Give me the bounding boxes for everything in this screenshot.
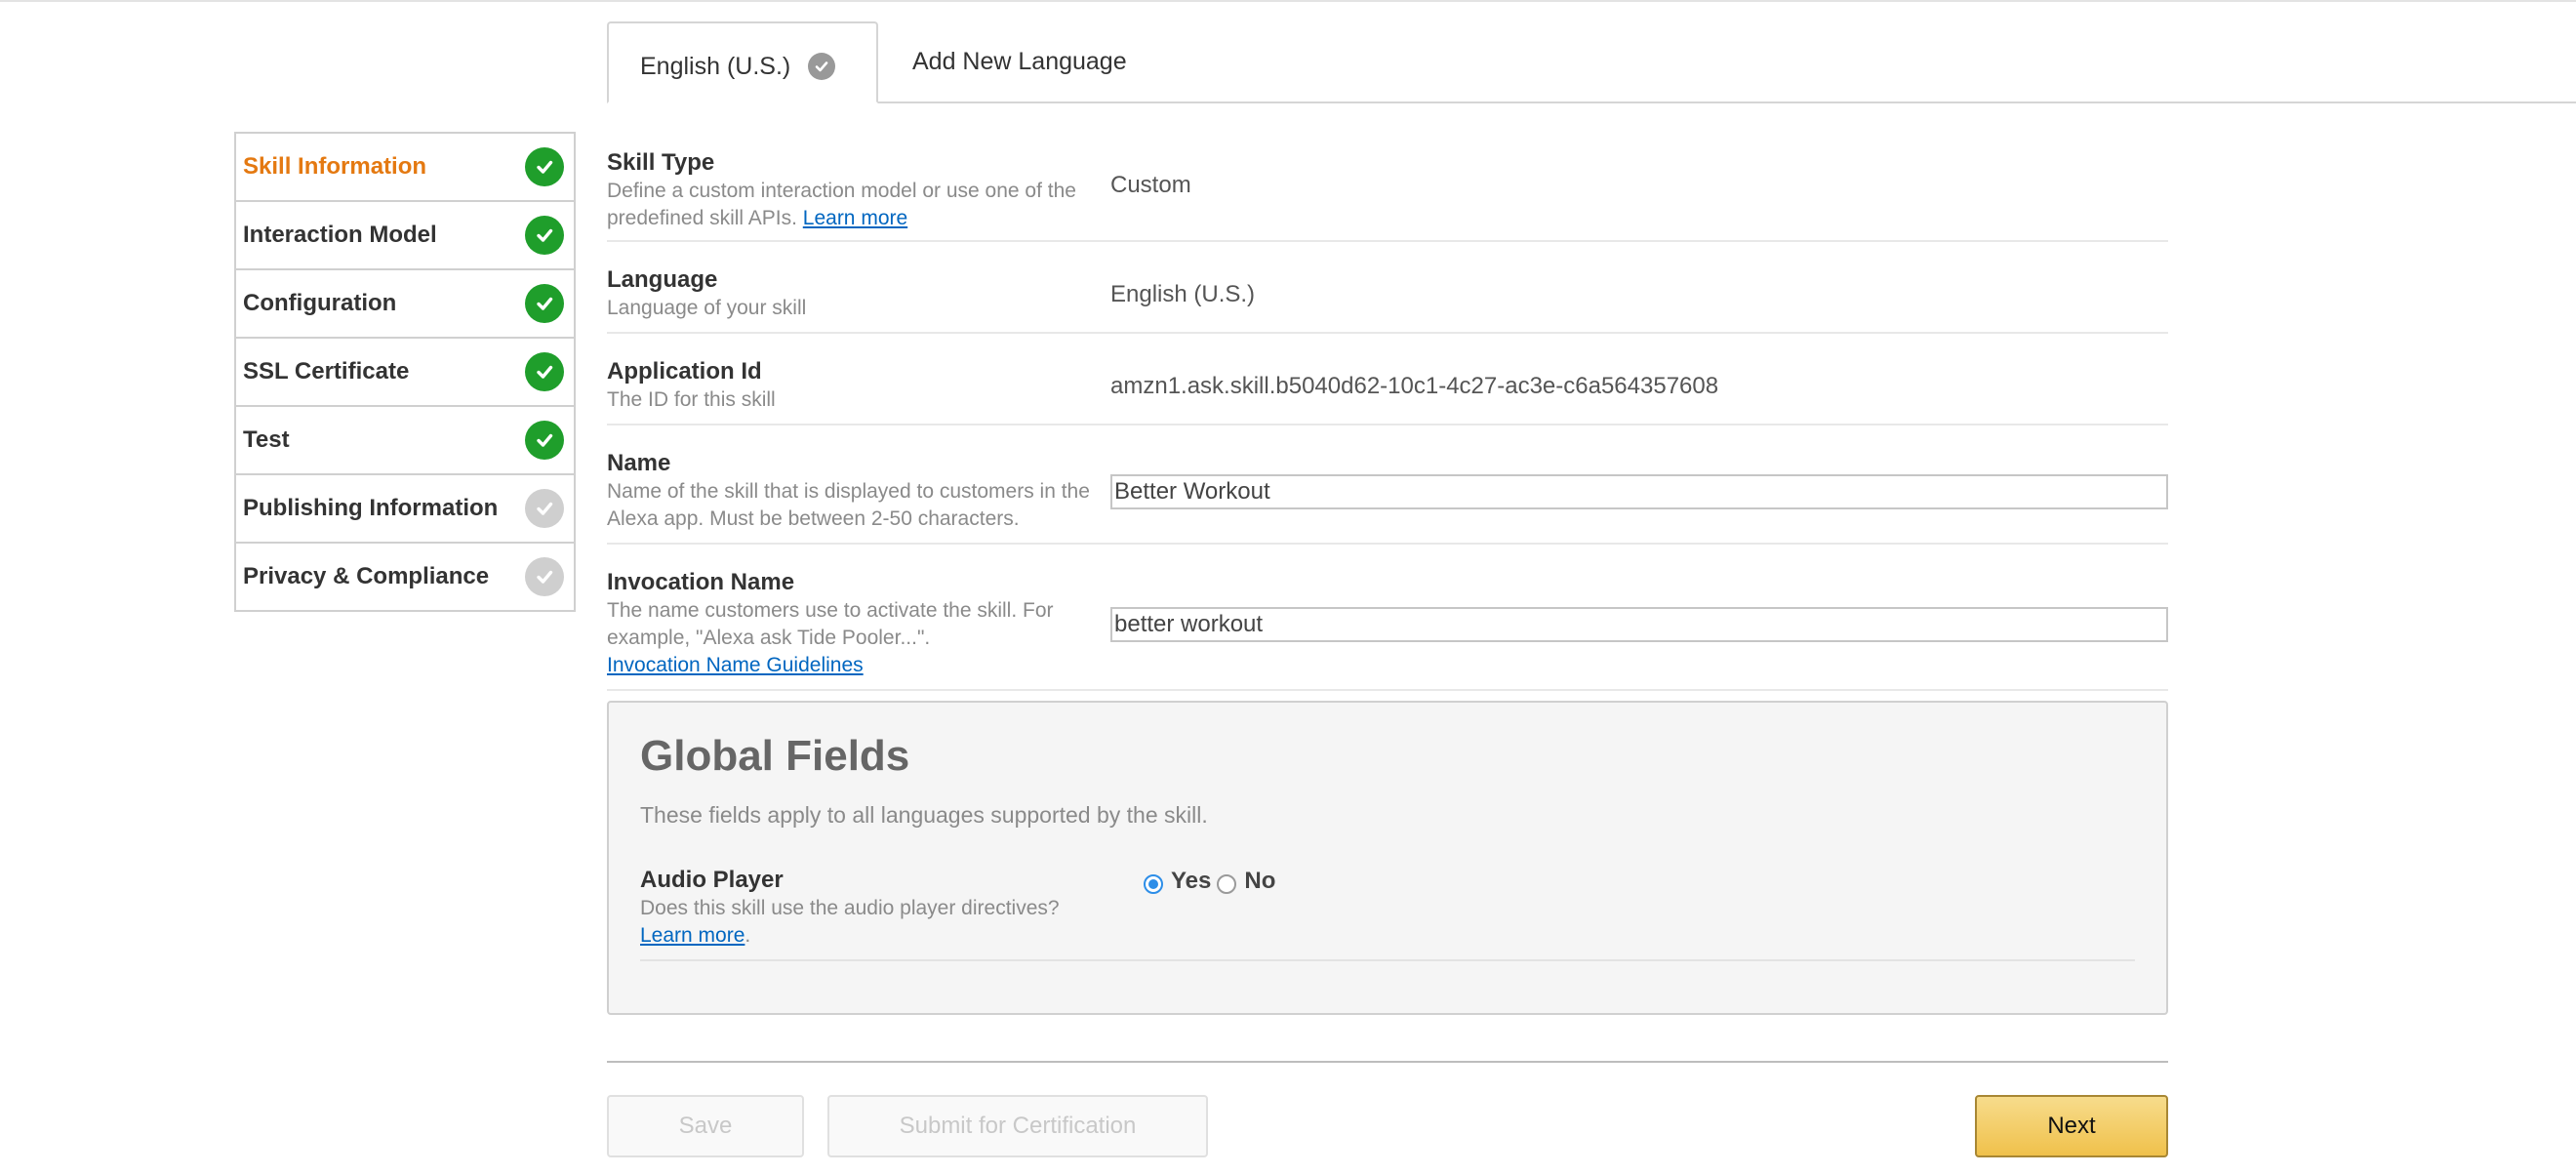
invocation-name-input[interactable] bbox=[1110, 607, 2168, 642]
skill-type-title: Skill Type bbox=[607, 149, 715, 176]
skill-information-form: Skill Type Define a custom interaction m… bbox=[607, 142, 2168, 691]
audio-player-yes-radio[interactable] bbox=[1144, 874, 1163, 894]
language-row: Language Language of your skill English … bbox=[607, 242, 2168, 334]
tab-english-us-label: English (U.S.) bbox=[640, 52, 791, 80]
global-fields-title: Global Fields bbox=[640, 732, 910, 780]
application-id-row: Application Id The ID for this skill amz… bbox=[607, 334, 2168, 425]
name-desc: Name of the skill that is displayed to c… bbox=[607, 480, 1090, 530]
sidebar-item-privacy-and-compliance[interactable]: Privacy & Compliance bbox=[236, 544, 574, 612]
tab-add-new-language[interactable]: Add New Language bbox=[912, 21, 1127, 101]
sidebar-item-skill-information[interactable]: Skill Information bbox=[236, 134, 574, 202]
sidebar-item-label: Publishing Information bbox=[243, 495, 499, 521]
skill-type-desc: Define a custom interaction model or use… bbox=[607, 180, 1076, 229]
sidebar-item-label: Test bbox=[243, 426, 290, 453]
top-divider bbox=[0, 0, 2576, 2]
save-button[interactable]: Save bbox=[607, 1095, 804, 1157]
audio-player-title: Audio Player bbox=[640, 867, 784, 893]
language-value: English (U.S.) bbox=[1110, 281, 1256, 307]
name-row: Name Name of the skill that is displayed… bbox=[607, 425, 2168, 545]
check-icon bbox=[525, 421, 564, 460]
audio-player-radio-group: Yes No bbox=[1144, 868, 1281, 895]
check-icon bbox=[525, 284, 564, 323]
footer-divider bbox=[607, 1061, 2168, 1063]
application-id-value: amzn1.ask.skill.b5040d62-10c1-4c27-ac3e-… bbox=[1110, 373, 1719, 399]
language-title: Language bbox=[607, 266, 718, 293]
audio-player-no-label: No bbox=[1244, 868, 1276, 894]
audio-player-no-option[interactable]: No bbox=[1217, 868, 1275, 895]
sidebar-item-publishing-information[interactable]: Publishing Information bbox=[236, 475, 574, 544]
audio-player-no-radio[interactable] bbox=[1217, 874, 1237, 894]
submit-for-certification-button[interactable]: Submit for Certification bbox=[827, 1095, 1208, 1157]
sidebar-item-configuration[interactable]: Configuration bbox=[236, 270, 574, 339]
sidebar-item-label: SSL Certificate bbox=[243, 358, 410, 385]
audio-player-learn-more-link[interactable]: Learn more bbox=[640, 924, 745, 947]
language-desc: Language of your skill bbox=[607, 297, 807, 319]
audio-player-yes-option[interactable]: Yes bbox=[1144, 868, 1211, 895]
global-fields-subtitle: These fields apply to all languages supp… bbox=[640, 802, 1208, 828]
sidebar-item-label: Configuration bbox=[243, 290, 397, 316]
check-icon bbox=[808, 53, 836, 80]
skill-type-row: Skill Type Define a custom interaction m… bbox=[607, 142, 2168, 242]
global-fields-panel: Global Fields These fields apply to all … bbox=[607, 701, 2168, 1015]
language-tabs: English (U.S.) Add New Language bbox=[607, 21, 2576, 103]
tabs-divider bbox=[607, 101, 2576, 103]
audio-player-yes-label: Yes bbox=[1171, 868, 1212, 894]
sidebar-item-ssl-certificate[interactable]: SSL Certificate bbox=[236, 339, 574, 407]
name-input[interactable] bbox=[1110, 474, 2168, 509]
check-icon bbox=[525, 147, 564, 186]
check-icon bbox=[525, 557, 564, 596]
check-icon bbox=[525, 216, 564, 255]
invocation-name-guidelines-link[interactable]: Invocation Name Guidelines bbox=[607, 654, 864, 676]
invocation-name-row: Invocation Name The name customers use t… bbox=[607, 545, 2168, 691]
sidebar-item-interaction-model[interactable]: Interaction Model bbox=[236, 202, 574, 270]
next-button[interactable]: Next bbox=[1975, 1095, 2168, 1157]
tab-english-us[interactable]: English (U.S.) bbox=[607, 21, 878, 103]
invocation-name-desc: The name customers use to activate the s… bbox=[607, 599, 1054, 649]
sidebar-item-label: Privacy & Compliance bbox=[243, 563, 490, 589]
invocation-name-title: Invocation Name bbox=[607, 569, 795, 595]
name-title: Name bbox=[607, 450, 671, 476]
audio-player-row: Audio Player Does this skill use the aud… bbox=[640, 866, 2135, 961]
application-id-title: Application Id bbox=[607, 358, 762, 385]
skill-type-value: Custom bbox=[1110, 172, 1191, 198]
audio-player-desc: Does this skill use the audio player dir… bbox=[640, 897, 1060, 919]
learn-more-link[interactable]: Learn more bbox=[803, 207, 907, 229]
application-id-desc: The ID for this skill bbox=[607, 388, 776, 411]
sidebar-item-test[interactable]: Test bbox=[236, 407, 574, 475]
check-icon bbox=[525, 352, 564, 391]
check-icon bbox=[525, 489, 564, 528]
sidebar-item-label: Skill Information bbox=[243, 153, 427, 180]
sidebar-item-label: Interaction Model bbox=[243, 222, 437, 248]
sidebar-nav: Skill Information Interaction Model Config… bbox=[234, 132, 576, 612]
